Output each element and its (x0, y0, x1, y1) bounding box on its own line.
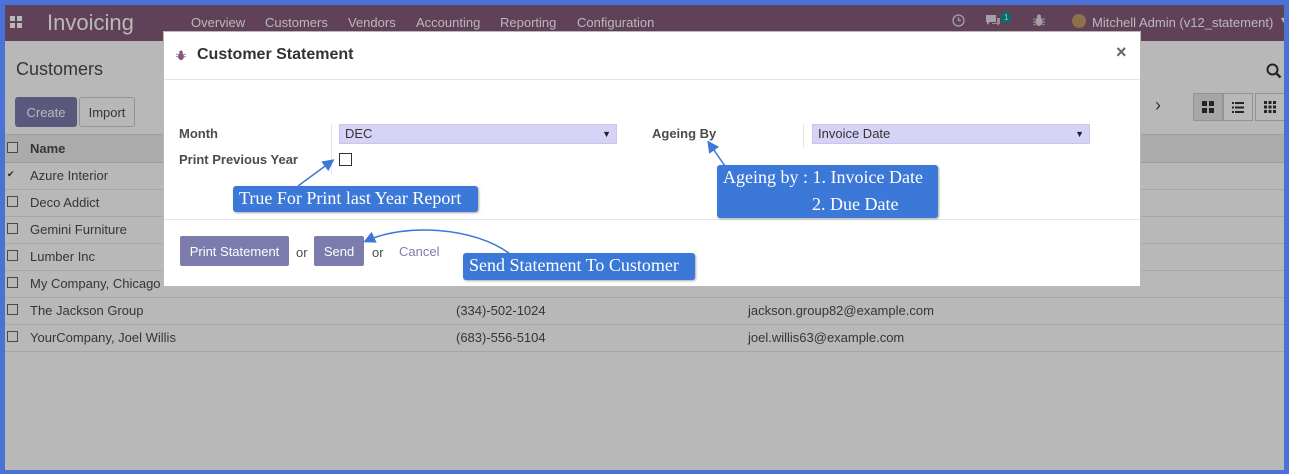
app-window: Invoicing Overview Customers Vendors Acc… (5, 5, 1284, 470)
send-arrow (363, 229, 511, 255)
print-previous-year-callout: True For Print last Year Report (233, 186, 478, 212)
print-prev-arrow (297, 159, 335, 187)
ageing-arrow (707, 140, 726, 167)
send-statement-callout: Send Statement To Customer (463, 253, 695, 280)
callout-text: Send Statement To Customer (469, 255, 679, 275)
callout-text: True For Print last Year Report (239, 188, 462, 208)
callout-text: Ageing by : 1. Invoice Date (723, 167, 923, 187)
annotation-arrows (297, 140, 726, 255)
callout-text: 2. Due Date (812, 194, 899, 214)
ageing-by-callout: Ageing by : 1. Invoice Date 2. Due Date (717, 165, 938, 218)
